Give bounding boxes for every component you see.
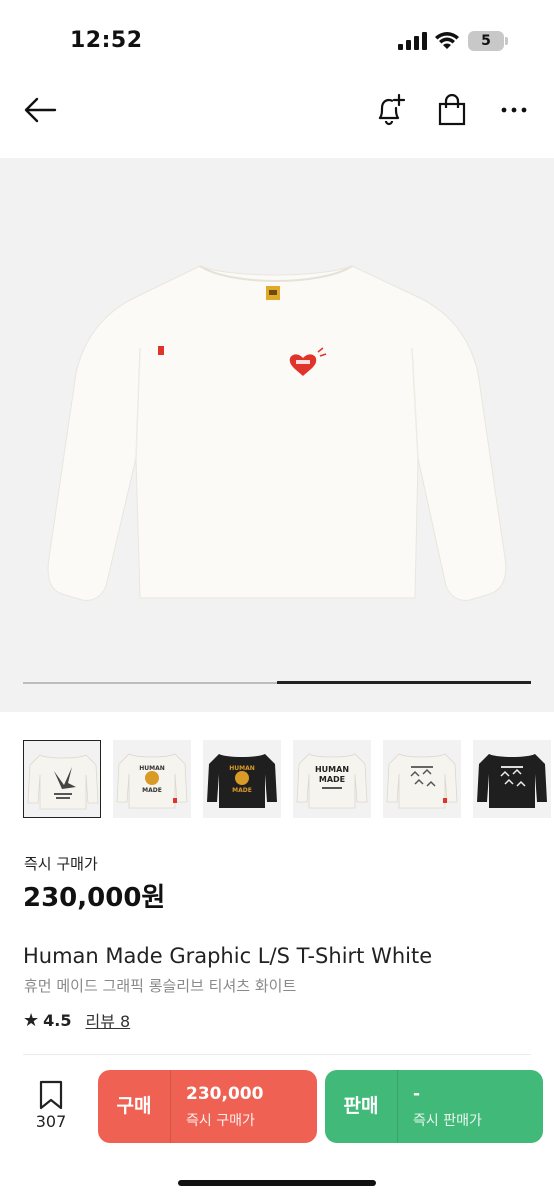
wishlist-count: 307 — [35, 1112, 67, 1131]
shopping-bag-icon — [438, 94, 466, 126]
buy-amount: 230,000 — [186, 1084, 264, 1104]
arrow-left-icon — [24, 97, 57, 123]
top-nav — [0, 80, 554, 140]
star-icon: ★ — [23, 1009, 40, 1031]
add-alert-button[interactable] — [370, 90, 410, 130]
product-image-carousel[interactable] — [0, 158, 554, 712]
sell-label: 판매 — [343, 1095, 379, 1117]
divider — [23, 1054, 531, 1055]
thumb-logo-white-image: HUMAN MADE — [296, 753, 368, 809]
svg-text:HUMAN: HUMAN — [139, 765, 165, 772]
buy-button[interactable]: 구매 230,000 즉시 구매가 — [98, 1070, 317, 1143]
thumbnail-strip: HUMAN MADE HUMAN MADE HUMAN MADE — [23, 740, 554, 820]
more-dots-icon — [501, 107, 527, 113]
thumb-graphic-bird-image — [27, 754, 99, 810]
instant-buy-price: 230,000원 — [23, 883, 166, 913]
sell-sub-label: 즉시 판매가 — [413, 1113, 482, 1129]
rating-row: ★ 4.5 리뷰 8 — [23, 1008, 130, 1032]
rating-score: 4.5 — [43, 1010, 72, 1030]
home-indicator — [178, 1180, 376, 1186]
buy-separator — [170, 1070, 171, 1143]
svg-text:MADE: MADE — [319, 775, 345, 784]
svg-text:MADE: MADE — [142, 787, 162, 794]
thumb-birds-white-image — [386, 753, 458, 809]
more-button[interactable] — [494, 90, 534, 130]
sell-button[interactable]: 판매 - 즉시 판매가 — [325, 1070, 543, 1143]
battery-level: 5 — [481, 33, 491, 49]
svg-text:HUMAN: HUMAN — [315, 765, 349, 774]
battery-icon: 5 — [468, 31, 508, 51]
wifi-icon — [435, 32, 459, 49]
thumbnail-5[interactable] — [383, 740, 461, 818]
shopping-bag-button[interactable] — [432, 90, 472, 130]
bookmark-icon — [39, 1080, 63, 1110]
price-label: 즉시 구매가 — [24, 855, 98, 873]
bottom-action-bar: 307 구매 230,000 즉시 구매가 판매 - 즉시 판매가 — [0, 1058, 554, 1200]
product-title-en: Human Made Graphic L/S T-Shirt White — [23, 944, 433, 968]
sell-separator — [397, 1070, 398, 1143]
thumbnail-4[interactable]: HUMAN MADE — [293, 740, 371, 818]
thumbnail-1[interactable] — [23, 740, 101, 818]
svg-text:HUMAN: HUMAN — [229, 765, 255, 772]
buy-label: 구매 — [116, 1095, 152, 1117]
sell-amount: - — [413, 1084, 421, 1104]
thumb-tiger-white-image: HUMAN MADE — [116, 753, 188, 809]
status-time: 12:52 — [70, 28, 143, 53]
thumb-birds-black-image — [477, 754, 547, 808]
back-button[interactable] — [20, 90, 60, 130]
thumbnail-2[interactable]: HUMAN MADE — [113, 740, 191, 818]
bell-plus-icon — [378, 93, 406, 126]
svg-text:MADE: MADE — [232, 787, 252, 794]
thumbnail-3[interactable]: HUMAN MADE — [203, 740, 281, 818]
product-image — [47, 265, 507, 601]
carousel-progress-indicator — [277, 681, 531, 684]
review-link[interactable]: 리뷰 8 — [85, 1008, 130, 1032]
buy-sub-label: 즉시 구매가 — [186, 1113, 255, 1129]
thumb-tiger-black-image: HUMAN MADE — [207, 754, 277, 808]
wishlist-button[interactable]: 307 — [30, 1078, 72, 1138]
product-title-ko: 휴먼 메이드 그래픽 롱슬리브 티셔츠 화이트 — [24, 977, 297, 995]
cellular-signal-icon — [398, 32, 427, 50]
thumbnail-6[interactable] — [473, 740, 551, 818]
status-bar: 12:52 5 — [0, 0, 554, 80]
